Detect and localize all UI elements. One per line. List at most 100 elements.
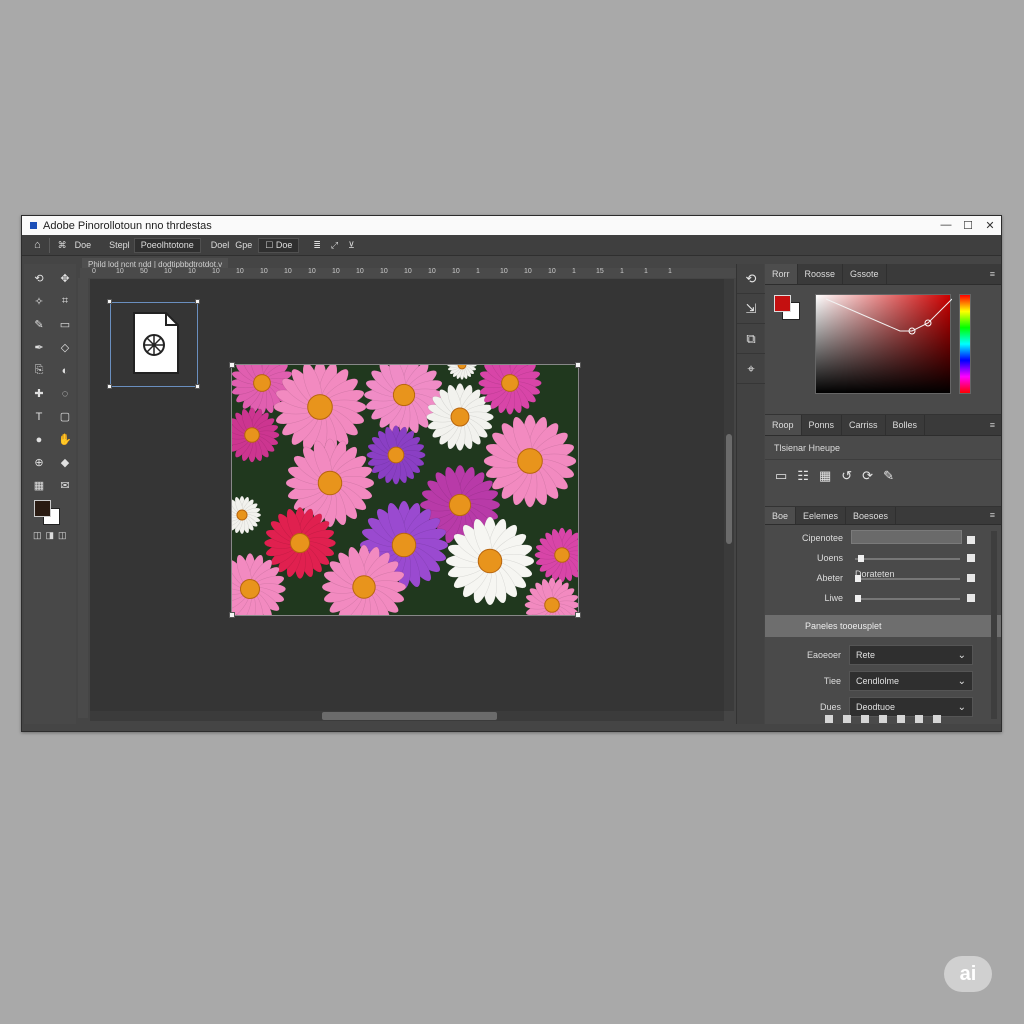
curve-icon[interactable]: ↺: [841, 468, 852, 484]
tab-roop[interactable]: Roop: [765, 415, 802, 435]
fx-icon[interactable]: [843, 715, 851, 723]
grid-icon[interactable]: ▦: [819, 468, 831, 484]
option-item-6[interactable]: ☐ Doe: [258, 237, 300, 253]
tab-boe[interactable]: Boe: [765, 507, 797, 524]
horizontal-scrollbar[interactable]: [90, 711, 724, 721]
panel-menu-icon[interactable]: ≡: [990, 420, 995, 430]
close-button[interactable]: ✕: [979, 219, 1001, 232]
rectangle-icon[interactable]: ▭: [775, 468, 787, 484]
tab-color[interactable]: Rorr: [765, 264, 798, 284]
property-slider[interactable]: [855, 558, 960, 560]
slider-knob[interactable]: [858, 555, 865, 562]
tab-eelemes[interactable]: Eelemes: [796, 507, 847, 524]
new-layer-icon[interactable]: [915, 715, 923, 723]
placed-file-frame[interactable]: [110, 302, 198, 387]
dropdown-select[interactable]: Cendlolme ⌄: [849, 671, 973, 691]
clone-icon[interactable]: ⎘: [27, 362, 51, 379]
adjust-icon[interactable]: ⇲: [737, 294, 765, 324]
trash-icon[interactable]: [933, 715, 941, 723]
section-header[interactable]: Paneles tooeusplet: [765, 615, 1001, 637]
transform-handle-br-thumb[interactable]: [195, 384, 200, 389]
transform-handle-bl[interactable]: [229, 612, 235, 618]
shape-icon[interactable]: ◆: [53, 454, 77, 471]
vertical-scrollbar[interactable]: [724, 279, 734, 711]
properties-icon[interactable]: ⌖: [737, 354, 765, 384]
color-picker-field[interactable]: [815, 294, 953, 394]
blur-icon[interactable]: ◌: [53, 385, 77, 402]
mask-icon[interactable]: [861, 715, 869, 723]
paint-icon[interactable]: ✎: [883, 468, 894, 484]
property-checkbox[interactable]: [967, 574, 975, 582]
brush-icon[interactable]: ✎: [27, 316, 51, 333]
option-item-4[interactable]: Doel: [211, 240, 230, 250]
eraser-icon[interactable]: ◇: [53, 339, 77, 356]
vertical-scroll-thumb[interactable]: [726, 434, 732, 544]
healing-icon[interactable]: ✚: [27, 385, 51, 402]
crop-option-icon[interactable]: ⊻: [348, 240, 355, 251]
transform-handle-br[interactable]: [575, 612, 581, 618]
transform-handle-tr-thumb[interactable]: [195, 299, 200, 304]
align-icon[interactable]: ≣: [313, 240, 321, 251]
property-checkbox[interactable]: [967, 554, 975, 562]
home-icon[interactable]: ⌂: [34, 239, 41, 251]
quickmask-mode-icon[interactable]: ◨: [46, 530, 55, 541]
screen-mode-icon[interactable]: ◫: [58, 530, 67, 541]
magic-wand-icon[interactable]: ✧: [27, 293, 51, 310]
option-item-5[interactable]: Gpe: [235, 240, 252, 250]
zoom-icon[interactable]: ⊕: [27, 454, 51, 471]
refresh-icon[interactable]: ⟳: [862, 468, 873, 484]
property-checkbox[interactable]: [967, 536, 975, 544]
grid-icon[interactable]: ▦: [27, 477, 51, 494]
dodge-icon[interactable]: ●: [27, 431, 51, 448]
adjustment-icon[interactable]: [879, 715, 887, 723]
move-icon[interactable]: ✥: [53, 270, 77, 287]
flower-photo-image[interactable]: [231, 364, 579, 616]
history-icon[interactable]: ⟲: [737, 264, 765, 294]
tab-boesoes[interactable]: Boesoes: [846, 507, 897, 524]
tab-gradients[interactable]: Gssote: [843, 264, 887, 284]
option-item-2[interactable]: Stepl: [109, 240, 130, 250]
marquee-icon[interactable]: ▭: [53, 316, 77, 333]
tab-carriss[interactable]: Carriss: [842, 415, 886, 435]
foreground-color-swatch[interactable]: [34, 500, 51, 517]
canvas-area[interactable]: [90, 279, 724, 711]
option-item-1[interactable]: Doe: [75, 240, 92, 250]
standard-mode-icon[interactable]: ◫: [33, 530, 42, 541]
hue-slider[interactable]: [959, 294, 971, 394]
panel-menu-icon[interactable]: ≡: [990, 269, 995, 279]
slider-knob[interactable]: [855, 575, 861, 582]
transform-handle-tl[interactable]: [229, 362, 235, 368]
note-icon[interactable]: ✉: [53, 477, 77, 494]
pen-icon[interactable]: ✒: [27, 339, 51, 356]
property-slider[interactable]: [855, 598, 960, 600]
foreground-color-chip[interactable]: [774, 295, 791, 312]
color-swatches[interactable]: [34, 500, 76, 530]
table-icon[interactable]: ☷: [797, 468, 809, 484]
layers-icon[interactable]: ⧉: [737, 324, 765, 354]
slider-knob[interactable]: [855, 595, 861, 602]
transform-handle-bl-thumb[interactable]: [107, 384, 112, 389]
group-icon[interactable]: [897, 715, 905, 723]
transform-icon[interactable]: ⤢: [331, 240, 338, 251]
lasso-icon[interactable]: ⟲: [27, 270, 51, 287]
property-field[interactable]: [851, 530, 962, 544]
panel-scrollbar[interactable]: [991, 531, 997, 719]
transform-handle-tr[interactable]: [575, 362, 581, 368]
tab-swatches[interactable]: Roosse: [798, 264, 844, 284]
tab-ponns[interactable]: Ponns: [802, 415, 843, 435]
select-icon[interactable]: ▢: [53, 408, 77, 425]
gradient-icon[interactable]: ◐: [53, 362, 77, 379]
option-doc-icon[interactable]: ⌘: [58, 240, 67, 251]
transform-handle-tl-thumb[interactable]: [107, 299, 112, 304]
minimize-button[interactable]: —: [935, 219, 957, 232]
maximize-button[interactable]: ☐: [957, 219, 979, 232]
hand-icon[interactable]: ✋: [53, 431, 77, 448]
dropdown-select[interactable]: Rete ⌄: [849, 645, 973, 665]
option-item-3[interactable]: Poeolhtotone: [133, 237, 201, 253]
panel-menu-icon[interactable]: ≡: [990, 510, 995, 520]
crop-icon[interactable]: ⌗: [53, 293, 77, 310]
property-checkbox[interactable]: [967, 594, 975, 602]
tab-bolles[interactable]: Bolles: [886, 415, 926, 435]
type-icon[interactable]: T: [27, 408, 51, 425]
horizontal-scroll-thumb[interactable]: [322, 712, 497, 720]
